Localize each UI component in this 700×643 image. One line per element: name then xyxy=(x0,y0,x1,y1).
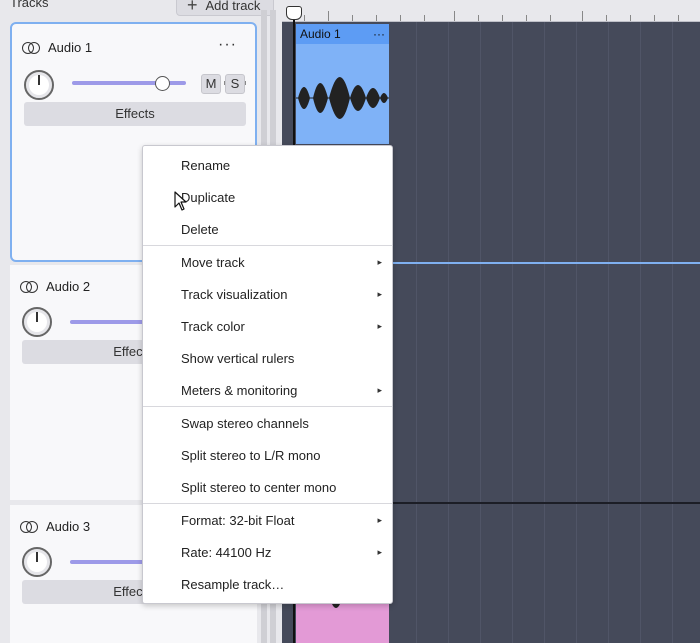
menu-item-track-color[interactable]: Track color ▸ xyxy=(143,311,392,341)
menu-item-rate[interactable]: Rate: 44100 Hz ▸ xyxy=(143,537,392,567)
pan-knob[interactable] xyxy=(24,70,54,100)
menu-item-meters-monitoring[interactable]: Meters & monitoring ▸ xyxy=(143,375,392,405)
plus-icon: + xyxy=(187,0,198,15)
stereo-icon xyxy=(20,520,39,533)
submenu-arrow-icon: ▸ xyxy=(377,289,382,299)
submenu-arrow-icon: ▸ xyxy=(377,385,382,395)
menu-item-resample[interactable]: Resample track… xyxy=(143,569,392,599)
submenu-arrow-icon: ▸ xyxy=(377,257,382,267)
add-track-label: Add track xyxy=(205,0,261,13)
add-track-button[interactable]: + Add track xyxy=(176,0,274,16)
submenu-arrow-icon: ▸ xyxy=(377,515,382,525)
submenu-arrow-icon: ▸ xyxy=(377,321,382,331)
track-name-row: Audio 1 xyxy=(22,40,92,55)
pan-knob[interactable] xyxy=(22,307,52,337)
panel-title: Tracks xyxy=(10,0,49,10)
waveform xyxy=(296,44,389,144)
clip-header[interactable]: Audio 1 ··· xyxy=(296,24,389,44)
track-name: Audio 2 xyxy=(46,279,91,294)
more-icon[interactable]: ··· xyxy=(218,36,237,54)
menu-item-rename[interactable]: Rename xyxy=(143,150,392,180)
tracks-panel-header: Tracks + Add track xyxy=(0,0,282,22)
track-name-row: Audio 2 xyxy=(20,279,90,294)
effects-button[interactable]: Effects xyxy=(24,102,246,126)
clip-name: Audio 1 xyxy=(300,27,341,41)
solo-button[interactable]: S xyxy=(225,74,245,94)
menu-item-show-vertical-rulers[interactable]: Show vertical rulers xyxy=(143,343,392,373)
audio-clip-1[interactable]: Audio 1 ··· xyxy=(296,24,389,144)
menu-item-delete[interactable]: Delete xyxy=(143,214,392,244)
menu-item-split-center-mono[interactable]: Split stereo to center mono xyxy=(143,472,392,502)
mute-button[interactable]: M xyxy=(201,74,221,94)
timeline-ruler[interactable] xyxy=(282,0,700,22)
mouse-cursor-icon xyxy=(174,191,187,211)
clip-more-icon[interactable]: ··· xyxy=(373,27,385,41)
track-context-menu: Rename Duplicate Delete Move track ▸ Trac… xyxy=(142,145,393,604)
stereo-icon xyxy=(22,41,41,54)
playhead-marker[interactable] xyxy=(286,6,302,20)
track-name: Audio 3 xyxy=(46,519,91,534)
menu-item-split-lr-mono[interactable]: Split stereo to L/R mono xyxy=(143,440,392,470)
menu-item-move-track[interactable]: Move track ▸ xyxy=(143,247,392,277)
menu-item-track-visualization[interactable]: Track visualization ▸ xyxy=(143,279,392,309)
stereo-icon xyxy=(20,280,39,293)
waveform-graphic xyxy=(296,77,389,119)
pan-knob[interactable] xyxy=(22,547,52,577)
track-name-row: Audio 3 xyxy=(20,519,90,534)
submenu-arrow-icon: ▸ xyxy=(377,547,382,557)
menu-item-format[interactable]: Format: 32-bit Float ▸ xyxy=(143,505,392,535)
menu-item-swap-stereo[interactable]: Swap stereo channels xyxy=(143,408,392,438)
track-name: Audio 1 xyxy=(48,40,93,55)
volume-slider-thumb[interactable] xyxy=(155,76,170,91)
